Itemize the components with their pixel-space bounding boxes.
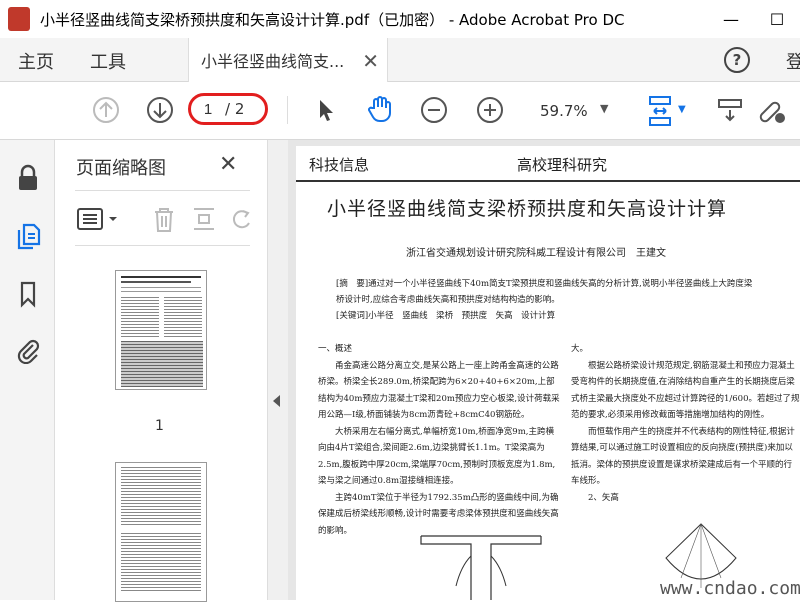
arrow-up-icon — [93, 97, 119, 123]
tab-bar: 主页 工具 小半径竖曲线简支... ✕ — [0, 38, 800, 82]
running-header-right: 高校理科研究 — [517, 156, 608, 174]
cursor-arrow-icon — [320, 100, 333, 121]
abstract: [摘 要]通过对一个小半径竖曲线下40m简支T梁预拱度和竖曲线矢高的分析计算,说… — [336, 276, 766, 308]
bookmark-icon[interactable] — [14, 280, 42, 308]
app-logo — [6, 5, 34, 33]
zoom-out-icon — [421, 97, 447, 123]
fit-page-button[interactable] — [644, 94, 676, 128]
abstract-line: 桥设计时,应综合考虑曲线矢高和预拱度对结构构造的影响。 — [336, 295, 560, 305]
pdf-icon — [8, 7, 30, 31]
page-thumbnail-2[interactable] — [115, 462, 207, 602]
t-beam-diagram — [420, 535, 542, 600]
toolbar-divider — [287, 96, 288, 124]
document-author: 浙江省交通规划设计研究院科威工程设计有限公司 王建文 — [406, 248, 666, 259]
trash-icon[interactable] — [151, 205, 177, 237]
header-rule — [296, 180, 800, 182]
help-icon[interactable]: ? — [724, 47, 750, 73]
extract-pages-icon[interactable] — [191, 205, 217, 237]
minimize-button[interactable]: — — [708, 0, 754, 38]
abstract-line: [摘 要]通过对一个小半径竖曲线下40m简支T梁预拱度和竖曲线矢高的分析计算,说… — [336, 279, 753, 289]
link-cloud-icon — [759, 101, 785, 123]
rotate-icon[interactable] — [231, 205, 253, 237]
tab-document[interactable]: 小半径竖曲线简支... ✕ — [188, 38, 388, 82]
panel-toolbar — [75, 190, 250, 246]
hand-tool-button[interactable] — [365, 94, 395, 124]
paragraph: 甬金高速公路分离立交,是某公路上一座上跨甬金高速的公路桥梁。桥梁全长289.0m… — [318, 360, 560, 421]
section-heading: 一、概述 — [318, 344, 353, 354]
paragraph: 根据公路桥梁设计规范规定,钢筋混凝土和预应力混凝土受弯构件的长期挠度值,在消除结… — [571, 360, 800, 421]
page-thumbnails-icon[interactable] — [14, 222, 42, 250]
thumbnail-page-label: 1 — [155, 418, 164, 434]
close-icon[interactable]: ✕ — [362, 49, 379, 73]
signin-link[interactable]: 登 — [786, 48, 800, 74]
title-bar: 小半径竖曲线简支梁桥预拱度和矢高设计计算.pdf（已加密） - Adobe Ac… — [0, 0, 800, 38]
options-menu-icon[interactable] — [77, 207, 119, 235]
running-header-left: 科技信息 — [309, 156, 370, 174]
next-page-button[interactable] — [146, 96, 174, 124]
screen-download-icon — [718, 99, 742, 122]
thumbnail-panel: 页面缩略图 ✕ 1 — [55, 140, 268, 602]
section-heading: 2、矢高 — [588, 492, 619, 503]
tab-document-label: 小半径竖曲线简支... — [201, 52, 345, 71]
chevron-down-icon[interactable]: ▼ — [600, 102, 608, 115]
paragraph: 大桥采用左右幅分离式,单幅桥宽10m,桥面净宽9m,主跨横向由4片T梁组合,梁间… — [318, 426, 556, 487]
document-viewport[interactable]: 科技信息 高校理科研究 小半径竖曲线简支梁桥预拱度和矢高设计计算 浙江省交通规划… — [288, 140, 800, 600]
column-right: 大。 根据公路桥梁设计规范规定,钢筋混凝土和预应力混凝土受弯构件的长期挠度值,在… — [571, 341, 800, 506]
paragraph: 大。 — [571, 344, 589, 354]
page-thumbnail-1[interactable] — [115, 270, 207, 390]
zoom-in-icon — [477, 97, 503, 123]
pdf-page: 科技信息 高校理科研究 小半径竖曲线简支梁桥预拱度和矢高设计计算 浙江省交通规划… — [296, 146, 800, 600]
read-mode-button[interactable] — [716, 96, 744, 124]
column-left: 一、概述 甬金高速公路分离立交,是某公路上一座上跨甬金高速的公路桥梁。桥梁全长2… — [318, 341, 562, 539]
zoom-in-button[interactable] — [476, 96, 504, 124]
zoom-out-button[interactable] — [420, 96, 448, 124]
tab-tools[interactable]: 工具 — [90, 48, 126, 74]
close-icon[interactable]: ✕ — [219, 152, 237, 177]
tab-home[interactable]: 主页 — [18, 48, 54, 74]
hand-icon — [368, 96, 391, 123]
maximize-button[interactable]: ☐ — [754, 0, 800, 38]
arrow-down-icon — [147, 97, 173, 123]
fit-options-chevron-icon[interactable]: ▼ — [678, 104, 686, 115]
page-total: / 2 — [225, 100, 245, 118]
zoom-level[interactable]: 59.7% — [540, 102, 588, 120]
previous-page-button[interactable] — [92, 96, 120, 124]
paragraph: 而恒载作用产生的挠度并不代表结构的刚性特征,根据计算结果,可以通过施工时设置相应… — [571, 426, 795, 487]
left-rail — [0, 140, 55, 600]
share-link-button[interactable] — [756, 96, 788, 124]
panel-collapse-handle[interactable] — [268, 140, 288, 600]
panel-title: 页面缩略图 — [76, 158, 166, 179]
fit-page-icon — [649, 96, 671, 126]
document-title: 小半径竖曲线简支梁桥预拱度和矢高设计计算 — [327, 198, 728, 220]
lock-icon[interactable] — [14, 164, 42, 192]
page-number-box: / 2 — [188, 93, 268, 125]
attachment-icon[interactable] — [14, 336, 42, 364]
select-tool-button[interactable] — [312, 96, 340, 124]
chevron-left-icon[interactable] — [273, 395, 280, 407]
window-title: 小半径竖曲线简支梁桥预拱度和矢高设计计算.pdf（已加密） - Adobe Ac… — [40, 10, 625, 29]
keywords: [关键词]小半径 竖曲线 梁桥 预拱度 矢高 设计计算 — [336, 311, 556, 321]
watermark: www.cndao.com — [660, 578, 800, 599]
page-number-input[interactable] — [191, 100, 225, 118]
toolbar: / 2 59.7% ▼ ▼ — [0, 82, 800, 140]
